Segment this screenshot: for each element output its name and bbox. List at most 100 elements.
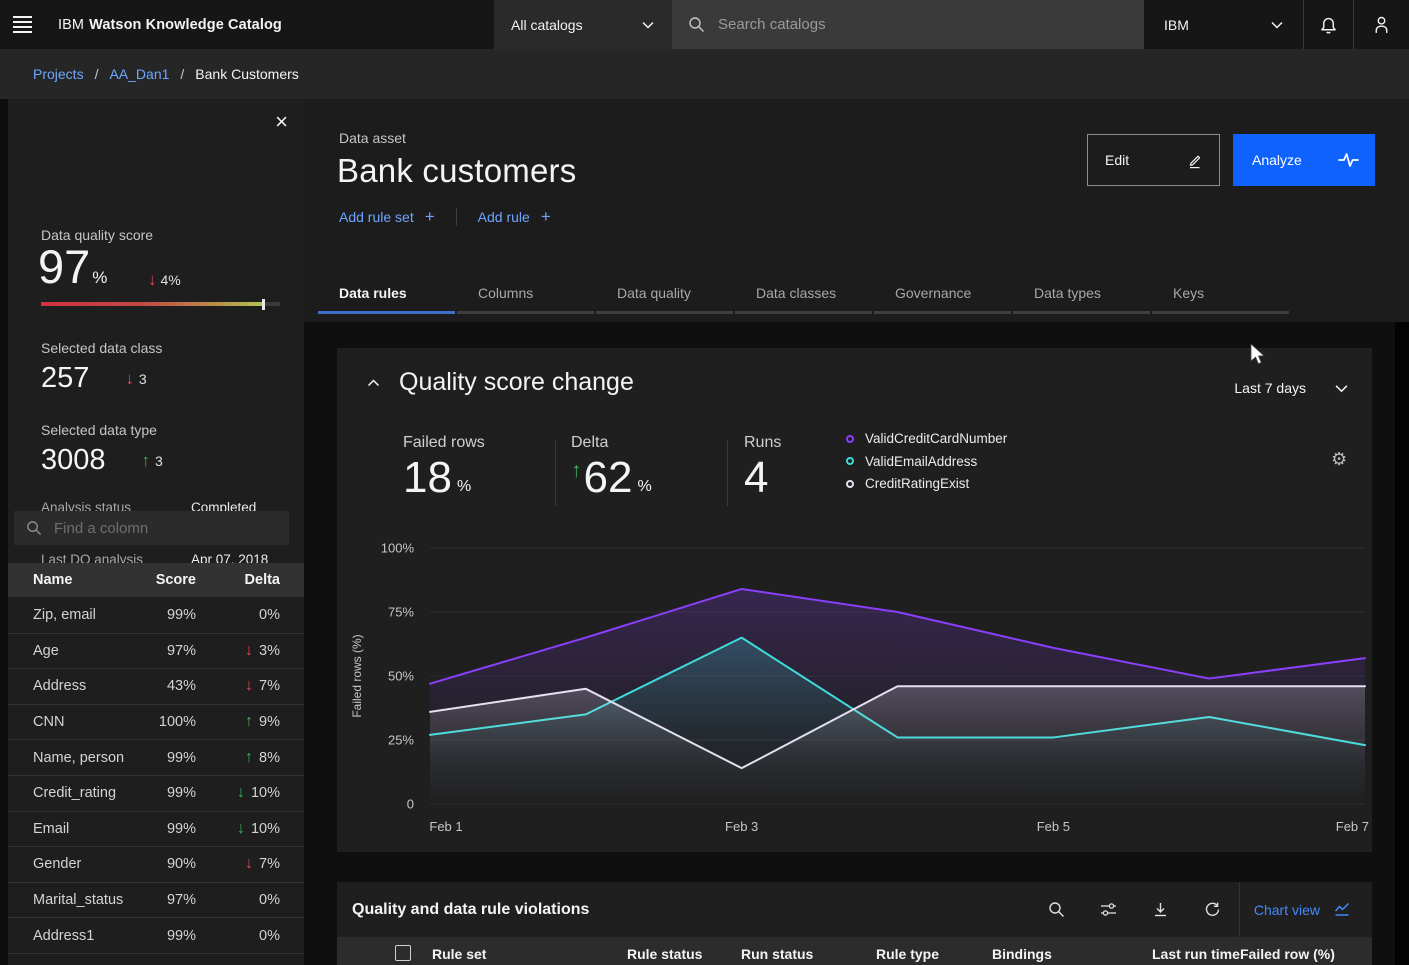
column-delta: 0% [196,928,280,944]
column-score: 97% [126,643,196,659]
profile-button[interactable] [1353,0,1409,49]
column-name: Age [33,643,126,659]
legend-ring-icon [846,457,854,465]
column-row[interactable]: Credit_rating99%↓10% [8,775,304,811]
column-score: 90% [126,856,196,872]
breadcrumb-separator: / [95,66,99,82]
arrow-down-icon: ↓ [245,643,253,659]
violations-column-header: Rule status [627,946,702,962]
column-score: 99% [126,607,196,623]
column-name: Address1 [33,928,126,944]
breadcrumb-item[interactable]: Projects [33,66,84,82]
close-icon[interactable]: × [275,111,288,133]
tab-data-types[interactable]: Data types [1013,277,1152,314]
legend-ring-icon [846,435,854,443]
add-rule-button[interactable]: Add rule+ [478,207,551,227]
arrow-up-icon: ↑ [245,750,253,766]
column-row[interactable]: Age97%↓3% [8,633,304,669]
select-all-checkbox[interactable] [395,945,411,961]
tab-columns[interactable]: Columns [457,277,596,314]
data-quality-sidebar: × Data quality score 97 % ↓ 4% Selected … [8,99,304,965]
column-row[interactable]: ↑ [8,953,304,965]
add-rule-set-button[interactable]: Add rule set+ [339,207,435,227]
catalog-selector[interactable]: All catalogs [494,0,672,49]
menu-button[interactable] [13,13,37,35]
violations-table-header: Rule setRule statusRun statusRule typeBi… [337,937,1372,965]
column-row[interactable]: Email99%↓10% [8,811,304,847]
column-delta: ↓7% [196,678,280,694]
chart-stats: Failed rows18%Delta↑62%Runs4 ValidCredit… [337,424,1372,519]
quality-score-chart: 100%75%50%25%0Failed rows (%)Feb 1Feb 3F… [337,528,1372,840]
violations-card: Quality and data rule violations Chart v… [337,882,1372,965]
column-name: Email [33,821,126,837]
arrow-down-icon: ↓ [237,821,245,837]
legend-item[interactable]: ValidEmailAddress [846,454,1007,469]
app-window: IBM Watson Knowledge Catalog All catalog… [0,0,1409,965]
column-row[interactable]: Address43%↓7% [8,668,304,704]
tab-underline [735,311,872,314]
breadcrumb-separator: / [180,66,184,82]
column-row[interactable]: Address199%0% [8,917,304,953]
svg-text:Feb 7: Feb 7 [1336,819,1369,834]
legend-item[interactable]: CreditRatingExist [846,476,1007,491]
column-row[interactable]: Zip, email99%0% [8,597,304,633]
quality-score-bar [41,302,281,306]
notifications-button[interactable] [1303,0,1353,49]
stat-delta: Delta↑62% [571,434,652,500]
time-range-selector[interactable]: Last 7 days [1234,380,1348,396]
column-search-input[interactable]: Find a colomn [14,511,289,545]
chart-view-icon [1334,902,1350,917]
arrow-down-icon: ↓ [148,271,157,288]
add-links: Add rule set+ Add rule+ [339,207,551,227]
search-placeholder: Search catalogs [718,16,826,33]
divider [555,440,556,506]
tab-data-rules[interactable]: Data rules [318,277,457,314]
arrow-up-icon: ↑ [245,714,253,730]
brand-prefix: IBM [58,17,84,33]
tab-keys[interactable]: Keys [1152,277,1291,314]
edit-button[interactable]: Edit [1087,134,1220,186]
restart-button[interactable] [1187,882,1239,937]
column-delta: ↓3% [196,643,280,659]
column-delta: ↑8% [196,750,280,766]
arrow-up-icon: ↑ [571,460,582,481]
column-row[interactable]: Marital_status97%0% [8,882,304,918]
tab-data-quality[interactable]: Data quality [596,277,735,314]
column-score: 99% [126,821,196,837]
arrow-down-icon: ↓ [245,678,253,694]
column-score: 43% [126,678,196,694]
tab-governance[interactable]: Governance [874,277,1013,314]
svg-text:100%: 100% [381,541,415,556]
svg-text:Feb 1: Feb 1 [429,819,462,834]
column-search-placeholder: Find a colomn [54,520,148,537]
download-button[interactable] [1135,882,1187,937]
breadcrumb-item[interactable]: AA_Dan1 [109,66,169,82]
breadcrumb-item: Bank Customers [195,66,298,82]
asset-tabs: Data rulesColumnsData qualityData classe… [318,277,1291,314]
right-edge-strip [1395,322,1409,965]
gear-icon[interactable]: ⚙ [1331,450,1347,468]
chart-view-button[interactable]: Chart view [1240,882,1372,937]
arrow-down-icon: ↓ [125,370,134,387]
violations-column-header: Bindings [992,946,1052,962]
account-selector[interactable]: IBM [1143,0,1303,49]
collapse-chevron-icon[interactable] [367,379,380,387]
tab-data-classes[interactable]: Data classes [735,277,874,314]
legend-ring-icon [846,480,854,488]
tab-underline [1013,311,1150,314]
svg-text:25%: 25% [388,733,414,748]
quality-score-card: Quality score change Last 7 days Failed … [337,348,1372,852]
column-row[interactable]: Gender90%↓7% [8,846,304,882]
download-icon [1152,901,1169,918]
svg-text:Feb 5: Feb 5 [1037,819,1070,834]
column-row[interactable]: CNN100%↑9% [8,704,304,740]
filter-button[interactable] [1083,882,1135,937]
column-score: 99% [126,750,196,766]
legend-item[interactable]: ValidCreditCardNumber [846,431,1007,446]
column-row[interactable]: Name, person99%↑8% [8,739,304,775]
score-gradient [41,302,262,306]
catalog-search[interactable]: Search catalogs [672,0,1143,49]
tab-underline [874,311,1011,314]
search-button[interactable] [1031,882,1083,937]
analyze-button[interactable]: Analyze [1233,134,1375,186]
